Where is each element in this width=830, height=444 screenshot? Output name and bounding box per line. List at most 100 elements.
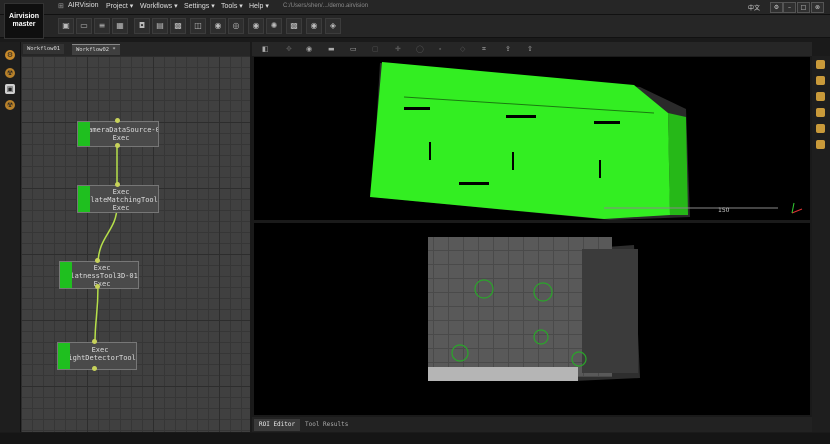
link-flatness-height	[94, 285, 99, 344]
gear-icon: ◉	[214, 21, 222, 30]
display-button[interactable]: ▩	[170, 18, 186, 34]
menu-project[interactable]: Project ▾	[106, 2, 133, 10]
pointcloud-surface	[370, 62, 670, 219]
calculator-icon: ▤	[156, 21, 164, 30]
tray-right-panel	[582, 249, 638, 373]
export-icon[interactable]: ⇧	[527, 45, 533, 53]
save-button[interactable]: ▣	[58, 18, 74, 34]
crop-icon[interactable]: ⌗	[482, 45, 486, 54]
menu-settings[interactable]: Settings ▾	[184, 2, 215, 10]
circle-icon[interactable]: ◯	[416, 45, 424, 53]
node-label: mplateMatchingTool2D-(	[82, 196, 158, 204]
grid-button[interactable]: ▦	[112, 18, 128, 34]
run-button[interactable]: ◉	[248, 18, 264, 34]
node-output-port[interactable]	[95, 284, 100, 289]
link-template-flatness	[97, 205, 118, 265]
capture-button[interactable]: ◈	[325, 18, 341, 34]
settings-button[interactable]: ⚙	[770, 2, 783, 13]
scale-label: 150	[718, 207, 730, 214]
warning-icon[interactable]: ☢	[5, 68, 15, 78]
tab-workflow01[interactable]: Workflow01	[23, 44, 65, 54]
minimize-button[interactable]: –	[783, 2, 796, 13]
target-icon: ◎	[232, 21, 240, 30]
app-name: AIRVision	[68, 2, 99, 9]
warning-icon[interactable]: ☢	[5, 100, 15, 110]
polygon-icon[interactable]: ◇	[460, 45, 465, 53]
image-view[interactable]	[254, 223, 810, 415]
pointcloud-slot	[429, 142, 431, 160]
camera-icon: ◘	[138, 21, 146, 30]
node-input-port[interactable]	[115, 182, 120, 187]
target-button[interactable]: ◉	[210, 18, 226, 34]
tab-tool-results[interactable]: Tool Results	[300, 419, 353, 431]
pointcloud-slot	[594, 121, 620, 124]
pointcloud-render	[370, 62, 803, 220]
camera-button[interactable]: ◘	[134, 18, 150, 34]
tab-workflow02[interactable]: Workflow02 *	[72, 44, 120, 55]
record-icon: ◫	[194, 21, 202, 30]
node-input-port[interactable]	[115, 118, 120, 123]
color-button[interactable]: ▩	[286, 18, 302, 34]
palette-icon[interactable]: ◧	[262, 45, 269, 53]
open-folder-icon: ▭	[80, 21, 88, 30]
settings-icon[interactable]	[816, 76, 825, 85]
minus-icon[interactable]: ▬	[328, 45, 335, 53]
node-status-bar	[60, 262, 72, 288]
logo-line2: master	[12, 21, 36, 28]
node-template-matching[interactable]: Exec mplateMatchingTool2D-( Exec	[77, 185, 159, 213]
rect-icon[interactable]: ▢	[372, 45, 379, 53]
node-status-top: Exec	[112, 188, 130, 196]
save-icon: ▣	[62, 21, 70, 30]
image-icon[interactable]: ▣	[5, 84, 15, 94]
stop-button[interactable]: ◉	[306, 18, 322, 34]
menu-workflows[interactable]: Workflows ▾	[140, 2, 178, 10]
record-button[interactable]: ◫	[190, 18, 206, 34]
pointcloud-view[interactable]: 150	[254, 57, 810, 220]
close-button[interactable]: ⊗	[811, 2, 824, 13]
app-menu-icon[interactable]: ⊞	[58, 2, 64, 10]
node-output-port[interactable]	[92, 366, 97, 371]
pointcloud-slot	[512, 152, 514, 170]
maximize-button[interactable]: □	[797, 2, 810, 13]
settings-icon[interactable]	[816, 108, 825, 117]
axis-y	[791, 202, 795, 214]
list-button[interactable]: ≡	[94, 18, 110, 34]
run-once-button[interactable]: ◎	[228, 18, 244, 34]
settings-icon[interactable]	[816, 140, 825, 149]
zoom-icon[interactable]: ◉	[306, 45, 312, 53]
node-status-bar	[78, 122, 90, 146]
node-status-bar	[58, 343, 70, 369]
pointcloud-slot	[459, 182, 489, 185]
settings-icon[interactable]	[816, 92, 825, 101]
calculator-button[interactable]: ▤	[152, 18, 168, 34]
grid-icon: ▦	[116, 21, 124, 30]
tab-roi-editor[interactable]: ROI Editor	[254, 419, 301, 431]
gear-icon[interactable]: ⚙	[5, 50, 15, 60]
node-input-port[interactable]	[92, 339, 97, 344]
line-icon[interactable]: ▭	[350, 45, 357, 53]
node-height-detector[interactable]: Exec leightDetectorTool3D-01	[57, 342, 137, 370]
upload-icon[interactable]: ⇪	[505, 45, 511, 53]
language-toggle[interactable]: 中文	[748, 3, 760, 12]
settings-tool-button[interactable]: ✺	[266, 18, 282, 34]
settings-icon[interactable]	[816, 124, 825, 133]
pointcloud-slot	[599, 160, 601, 178]
palette-icon: ✺	[270, 21, 278, 30]
point-icon[interactable]: ∙	[438, 45, 442, 53]
node-status-bar	[78, 186, 90, 212]
pointcloud-side	[668, 113, 688, 215]
node-input-port[interactable]	[95, 258, 100, 263]
settings-icon: ◉	[252, 21, 260, 30]
axis-x	[791, 208, 803, 214]
open-folder-button[interactable]: ▭	[76, 18, 92, 34]
workflow-connections	[94, 146, 118, 344]
plus-icon[interactable]: ✚	[395, 45, 401, 53]
node-output-port[interactable]	[115, 143, 120, 148]
move-icon[interactable]: ✥	[286, 45, 292, 53]
list-icon: ≡	[98, 21, 106, 30]
camera-icon: ◈	[329, 21, 337, 30]
menu-help[interactable]: Help ▾	[249, 2, 269, 10]
menu-tools[interactable]: Tools ▾	[221, 2, 243, 10]
logo-line1: Airvision	[9, 13, 39, 20]
settings-icon[interactable]	[816, 60, 825, 69]
